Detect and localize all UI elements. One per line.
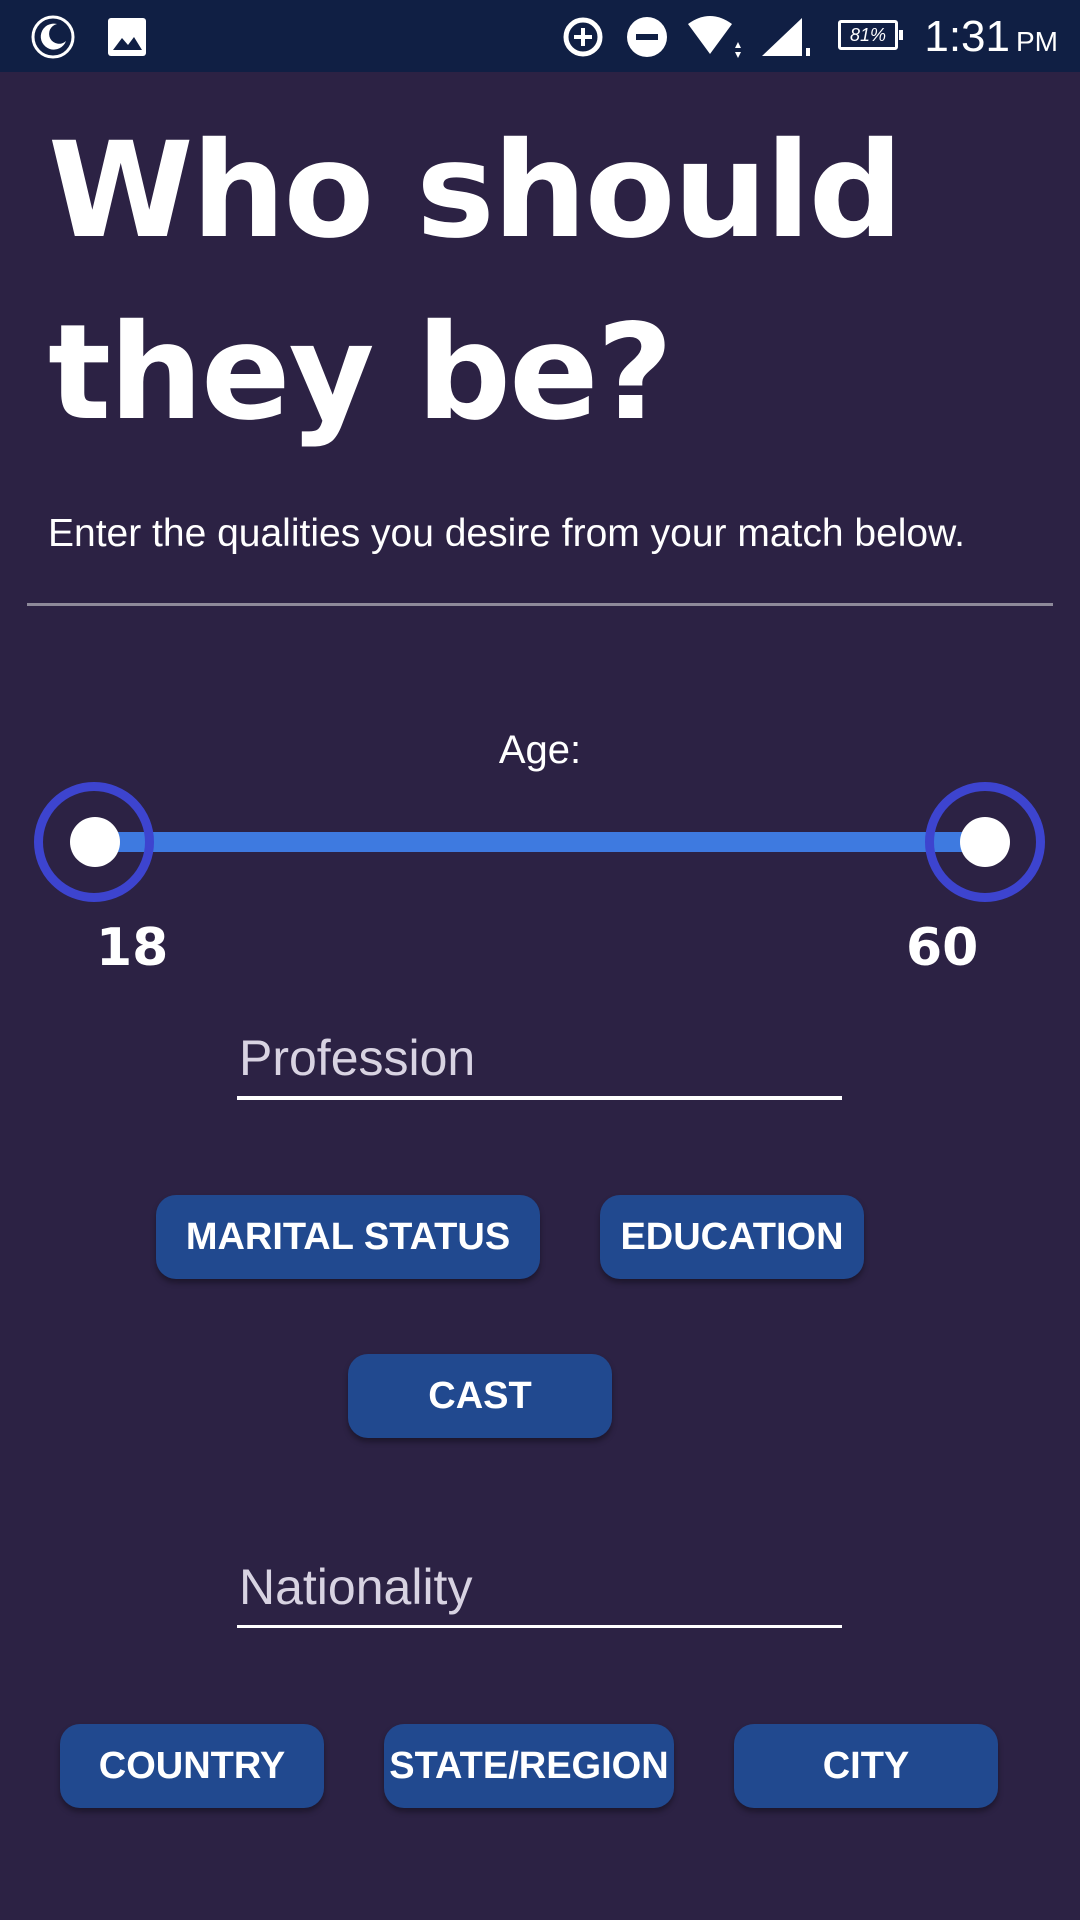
- education-button[interactable]: EDUCATION: [600, 1195, 864, 1279]
- signal-icon: [762, 18, 810, 56]
- page-title-line-2: they be?: [48, 296, 673, 450]
- page-title: Who should they be?: [48, 100, 1048, 464]
- cast-button[interactable]: CAST: [348, 1354, 612, 1438]
- clock: 1:31 PM: [924, 12, 1058, 62]
- age-range-track[interactable]: [94, 832, 984, 852]
- image-icon: [108, 18, 146, 56]
- do-not-disturb-icon: [627, 17, 667, 57]
- age-label: Age:: [498, 728, 582, 772]
- nationality-input[interactable]: [237, 1548, 842, 1628]
- age-min-thumb[interactable]: [70, 817, 120, 867]
- moon-icon: [31, 15, 75, 59]
- age-max-thumb[interactable]: [960, 817, 1010, 867]
- divider: [27, 603, 1053, 606]
- age-max-value: 60: [906, 918, 979, 978]
- profession-input[interactable]: [237, 1020, 842, 1100]
- state-region-button[interactable]: STATE/REGION: [384, 1724, 674, 1808]
- wifi-icon: [688, 16, 741, 58]
- data-saver-icon: [563, 17, 603, 57]
- age-min-value: 18: [96, 918, 169, 978]
- status-bar: 81% 1:31 PM: [0, 0, 1080, 72]
- country-button[interactable]: COUNTRY: [60, 1724, 324, 1808]
- clock-time: 1:31: [924, 12, 1010, 61]
- marital-status-button[interactable]: MARITAL STATUS: [156, 1195, 540, 1279]
- battery-indicator: 81%: [838, 20, 903, 50]
- city-button[interactable]: CITY: [734, 1724, 998, 1808]
- clock-ampm: PM: [1016, 26, 1058, 57]
- page-title-line-1: Who should: [48, 114, 903, 268]
- page-subtitle: Enter the qualities you desire from your…: [48, 512, 965, 555]
